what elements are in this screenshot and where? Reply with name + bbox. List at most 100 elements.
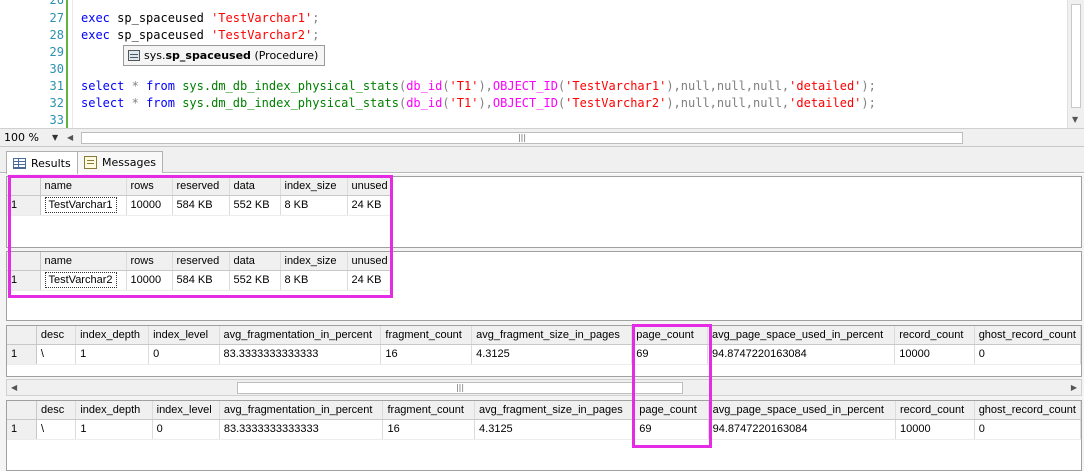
column-header[interactable]: record_count — [895, 401, 975, 420]
line-number: 33 — [49, 113, 64, 127]
column-header[interactable]: avg_page_space_used_in_percent — [708, 401, 896, 420]
column-header[interactable]: record_count — [894, 326, 975, 345]
row-number[interactable]: 1 — [7, 419, 38, 440]
table-cell[interactable]: 10000 — [894, 344, 975, 365]
table-row[interactable]: 1 \ 1 0 83.3333333333333 16 4.3125 69 94… — [7, 344, 1081, 365]
table-cell[interactable]: 4.3125 — [474, 419, 636, 440]
table-cell[interactable]: 0 — [152, 419, 220, 440]
column-header[interactable]: ghost_record_count — [974, 326, 1081, 345]
result-grid-4[interactable]: desc index_depth index_level avg_fragmen… — [6, 400, 1082, 471]
column-header[interactable]: avg_fragmentation_in_percent — [219, 401, 384, 420]
table-cell[interactable]: 1 — [75, 419, 153, 440]
table-cell[interactable]: 10000 — [126, 270, 173, 291]
column-header[interactable]: index_level — [152, 401, 220, 420]
table-cell[interactable]: 10000 — [895, 419, 975, 440]
table-cell[interactable]: 83.3333333333333 — [219, 344, 382, 365]
table-cell[interactable]: 552 KB — [229, 195, 281, 216]
table-cell[interactable]: 8 KB — [280, 195, 348, 216]
row-number[interactable]: 1 — [7, 270, 41, 291]
query-editor[interactable]: 26 27 28 29 30 31 32 33 exec sp_spaceuse… — [0, 0, 1084, 128]
tab-messages[interactable]: Messages — [77, 151, 163, 173]
column-header[interactable]: avg_fragment_size_in_pages — [474, 401, 636, 420]
column-header[interactable]: ghost_record_count — [974, 401, 1081, 420]
table-cell[interactable]: 0 — [974, 344, 1081, 365]
column-header[interactable]: index_size — [280, 252, 348, 271]
grid-horizontal-scrollbar[interactable]: ◀ ||| ▶ — [6, 379, 1082, 396]
code-line-27[interactable]: exec sp_spaceused 'TestVarchar1'; — [81, 10, 319, 27]
table-cell[interactable]: 0 — [148, 344, 220, 365]
table-cell[interactable]: \ — [36, 344, 77, 365]
scroll-left-arrow-icon[interactable]: ◀ — [11, 383, 17, 392]
column-header[interactable]: data — [229, 177, 281, 196]
column-header[interactable]: reserved — [172, 252, 230, 271]
table-cell[interactable]: 24 KB — [347, 270, 393, 291]
column-header[interactable]: rows — [126, 177, 173, 196]
scroll-left-arrow-icon[interactable]: ◀ — [67, 131, 73, 145]
table-cell[interactable]: 94.8747220163084 — [707, 344, 896, 365]
editor-vertical-scrollbar[interactable]: ▼ — [1067, 0, 1084, 128]
column-header[interactable]: page_count — [634, 401, 709, 420]
table-cell[interactable]: TestVarchar1 — [40, 195, 127, 216]
tab-results[interactable]: Results — [6, 151, 78, 174]
column-header[interactable]: index_size — [280, 177, 348, 196]
table-cell[interactable]: 10000 — [126, 195, 173, 216]
scroll-down-arrow-icon[interactable]: ▼ — [1072, 115, 1078, 124]
table-cell[interactable]: 69 — [634, 419, 709, 440]
scroll-thumb[interactable]: ||| — [81, 132, 963, 144]
column-header[interactable]: name — [40, 177, 127, 196]
result-grid-1[interactable]: name rows reserved data index_size unuse… — [6, 176, 1082, 248]
column-header[interactable]: rows — [126, 252, 173, 271]
column-header[interactable]: desc — [36, 401, 77, 420]
column-header[interactable]: index_depth — [75, 326, 150, 345]
column-header — [7, 401, 38, 420]
line-number-gutter: 26 27 28 29 30 31 32 33 — [0, 0, 72, 128]
table-cell[interactable]: TestVarchar2 — [40, 270, 127, 291]
code-line-32[interactable]: select * from sys.dm_db_index_physical_s… — [81, 95, 876, 112]
column-header[interactable]: index_level — [148, 326, 220, 345]
column-header[interactable]: page_count — [631, 326, 708, 345]
zoom-level[interactable]: 100 % — [4, 131, 39, 144]
table-cell[interactable]: 94.8747220163084 — [708, 419, 896, 440]
editor-horizontal-scrollbar[interactable]: ◀ ||| — [67, 131, 965, 145]
column-header[interactable]: avg_fragment_size_in_pages — [471, 326, 633, 345]
result-grid-3[interactable]: desc index_depth index_level avg_fragmen… — [6, 325, 1082, 377]
table-cell[interactable]: 552 KB — [229, 270, 281, 291]
table-cell[interactable]: 8 KB — [280, 270, 348, 291]
table-row[interactable]: 1 TestVarchar1 10000 584 KB 552 KB 8 KB … — [7, 195, 393, 216]
table-row[interactable]: 1 \ 1 0 83.3333333333333 16 4.3125 69 94… — [7, 419, 1081, 440]
column-header[interactable]: fragment_count — [380, 326, 473, 345]
column-header[interactable]: avg_page_space_used_in_percent — [707, 326, 896, 345]
table-cell[interactable]: \ — [36, 419, 77, 440]
table-cell[interactable]: 584 KB — [172, 270, 230, 291]
row-number[interactable]: 1 — [7, 195, 41, 216]
table-row[interactable]: 1 TestVarchar2 10000 584 KB 552 KB 8 KB … — [7, 270, 393, 291]
column-header[interactable]: reserved — [172, 177, 230, 196]
column-header[interactable]: avg_fragmentation_in_percent — [219, 326, 382, 345]
result-grid-2[interactable]: name rows reserved data index_size unuse… — [6, 251, 1082, 321]
intellisense-tooltip: sys.sp_spaceused (Procedure) — [123, 45, 326, 66]
column-header[interactable]: index_depth — [75, 401, 153, 420]
code-line-28[interactable]: exec sp_spaceused 'TestVarchar2'; — [81, 27, 319, 44]
column-header[interactable]: fragment_count — [382, 401, 476, 420]
table-cell[interactable]: 69 — [631, 344, 708, 365]
table-cell[interactable]: 24 KB — [347, 195, 393, 216]
table-cell[interactable]: 16 — [382, 419, 476, 440]
table-cell[interactable]: 1 — [75, 344, 150, 365]
row-number[interactable]: 1 — [7, 344, 37, 365]
scroll-right-arrow-icon[interactable]: ▶ — [1071, 383, 1077, 392]
column-header[interactable]: desc — [36, 326, 77, 345]
table-cell[interactable]: 584 KB — [172, 195, 230, 216]
column-header[interactable]: name — [40, 252, 127, 271]
zoom-dropdown-icon[interactable]: ▼ — [52, 133, 58, 142]
column-header[interactable]: unused — [347, 177, 393, 196]
line-number: 27 — [49, 11, 64, 25]
column-header[interactable]: unused — [347, 252, 393, 271]
table-cell[interactable]: 0 — [974, 419, 1081, 440]
scroll-thumb[interactable]: ||| — [237, 382, 683, 394]
scroll-thumb[interactable] — [1071, 4, 1081, 108]
column-header[interactable]: data — [229, 252, 281, 271]
table-cell[interactable]: 83.3333333333333 — [219, 419, 384, 440]
table-cell[interactable]: 4.3125 — [471, 344, 633, 365]
table-cell[interactable]: 16 — [380, 344, 473, 365]
code-line-31[interactable]: select * from sys.dm_db_index_physical_s… — [81, 78, 876, 95]
